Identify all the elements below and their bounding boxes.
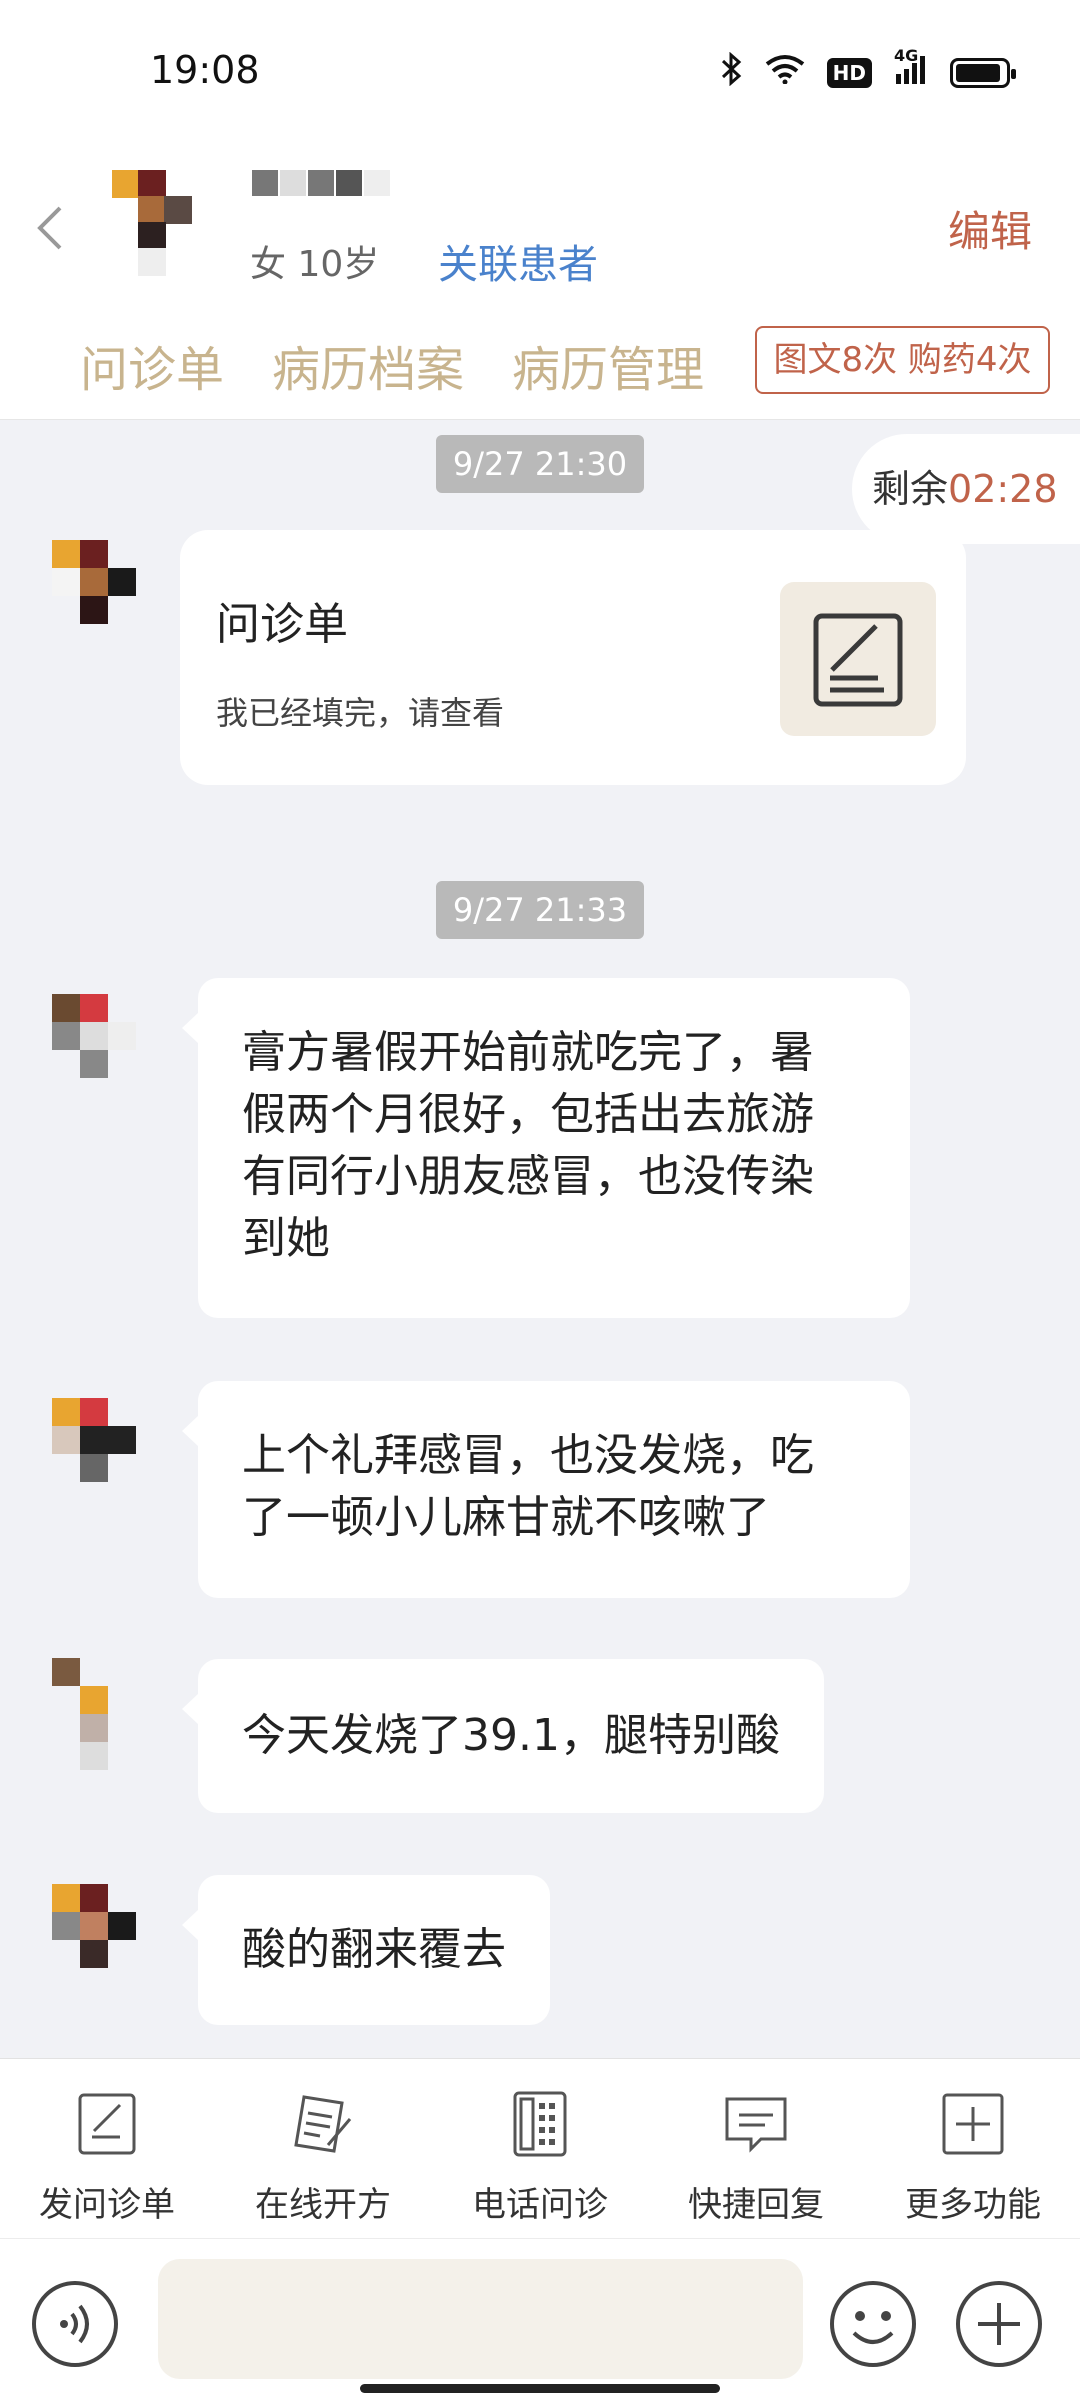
more-functions-button[interactable]: 更多功能: [883, 2089, 1063, 2226]
message-line: 到她: [242, 1213, 330, 1264]
tool-label: 在线开方: [255, 2185, 391, 2225]
voice-input-button[interactable]: [30, 2279, 120, 2373]
link-patient-button[interactable]: 关联患者: [438, 232, 598, 290]
plus-circle-icon: [956, 2281, 1042, 2367]
card-subtitle: 我已经填完，请查看: [216, 694, 505, 732]
function-toolbar: 发问诊单 在线开方 电话问诊 快捷回复 更多功能: [0, 2058, 1080, 2238]
tab-consult-form[interactable]: 问诊单: [80, 330, 224, 400]
edit-button[interactable]: 编辑: [948, 198, 1032, 259]
input-bar: [0, 2238, 1080, 2400]
patient-avatar[interactable]: [112, 170, 202, 280]
tool-label: 更多功能: [905, 2185, 1041, 2225]
more-plus-icon: [942, 2093, 1004, 2155]
tool-label: 电话问诊: [472, 2185, 608, 2225]
tool-label: 发问诊单: [39, 2185, 175, 2225]
chat-message[interactable]: 膏方暑假开始前就吃完了，暑 假两个月很好，包括出去旅游 有同行小朋友感冒，也没传…: [182, 978, 910, 1318]
form-edit-icon: [780, 582, 936, 736]
patient-name-redacted: [252, 170, 402, 200]
bluetooth-icon: [721, 51, 743, 94]
chat-message[interactable]: 酸的翻来覆去: [182, 1875, 550, 2025]
quick-reply-icon: [725, 2097, 787, 2153]
back-button[interactable]: [30, 198, 70, 258]
phone-keypad-icon: [513, 2091, 567, 2157]
record-tabs: 问诊单 病历档案 病历管理: [80, 330, 704, 400]
quick-reply-button[interactable]: 快捷回复: [666, 2089, 846, 2226]
patient-avatar[interactable]: [52, 1658, 142, 1770]
patient-avatar[interactable]: [52, 994, 142, 1104]
battery-icon: [950, 58, 1016, 88]
voice-icon: [32, 2281, 118, 2367]
network-type-label: 4G: [894, 46, 919, 65]
send-form-button[interactable]: 发问诊单: [17, 2089, 197, 2226]
signal-icon: 4G: [894, 46, 928, 92]
home-indicator[interactable]: [360, 2384, 720, 2393]
tab-medical-records[interactable]: 病历档案: [272, 330, 464, 400]
timestamp: 9/27 21:30: [436, 435, 644, 493]
message-input[interactable]: [158, 2259, 803, 2379]
consult-form-card[interactable]: 问诊单 我已经填完，请查看: [180, 530, 966, 785]
message-line: 了一顿小儿麻甘就不咳嗽了: [242, 1492, 770, 1543]
patient-avatar[interactable]: [52, 540, 142, 650]
card-title: 问诊单: [216, 599, 348, 650]
timestamp: 9/27 21:33: [436, 881, 644, 939]
message-line: 有同行小朋友感冒，也没传染: [242, 1151, 814, 1202]
back-arrow-icon: [37, 206, 62, 250]
remaining-time-badge: 剩余02:28: [852, 434, 1080, 544]
online-prescription-button[interactable]: 在线开方: [233, 2089, 413, 2226]
message-line: 酸的翻来覆去: [242, 1924, 506, 1975]
patient-avatar[interactable]: [52, 1398, 142, 1508]
message-line: 今天发烧了39.1，腿特别酸: [242, 1710, 780, 1761]
chat-header: 女 10岁 关联患者 编辑 问诊单 病历档案 病历管理 图文8次 购药4次: [0, 140, 1080, 420]
tab-record-management[interactable]: 病历管理: [512, 330, 704, 400]
patient-avatar[interactable]: [52, 1884, 142, 1994]
emoji-icon: [830, 2281, 916, 2367]
message-line: 上个礼拜感冒，也没发烧，吃: [242, 1430, 814, 1481]
system-icons: HD 4G: [721, 46, 1016, 94]
patient-gender-age: 女 10岁: [250, 244, 380, 285]
emoji-button[interactable]: [828, 2279, 918, 2373]
form-send-icon: [78, 2093, 136, 2155]
phone-consult-button[interactable]: 电话问诊: [450, 2089, 630, 2226]
countdown-value: 02:28: [948, 467, 1058, 511]
wifi-icon: [765, 54, 805, 92]
prescription-icon: [294, 2095, 352, 2153]
hd-voice-icon: HD: [826, 58, 872, 88]
add-attachment-button[interactable]: [954, 2279, 1044, 2373]
chat-message[interactable]: 今天发烧了39.1，腿特别酸: [182, 1659, 824, 1813]
tool-label: 快捷回复: [688, 2185, 824, 2225]
message-line: 假两个月很好，包括出去旅游: [242, 1089, 814, 1140]
clock: 19:08: [150, 48, 260, 92]
service-quota-badge[interactable]: 图文8次 购药4次: [755, 326, 1050, 394]
message-line: 膏方暑假开始前就吃完了，暑: [242, 1027, 814, 1078]
status-bar: 19:08 HD 4G: [0, 0, 1080, 140]
remaining-label: 剩余: [872, 467, 949, 511]
chat-message[interactable]: 上个礼拜感冒，也没发烧，吃 了一顿小儿麻甘就不咳嗽了: [182, 1381, 910, 1598]
